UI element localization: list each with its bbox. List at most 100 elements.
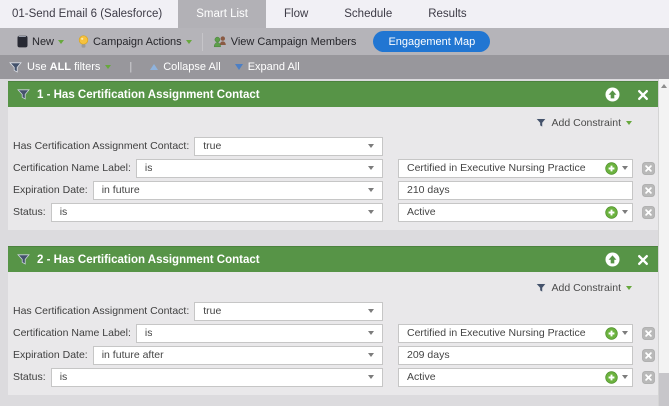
tab-smart-list[interactable]: Smart List [178,0,266,28]
use-all-filters-dropdown[interactable]: Use ALL filters [9,61,112,74]
chevron-down-icon [626,121,632,125]
operator-select[interactable]: in future [92,180,383,200]
filter-rows: Has Certification Assignment Contact: tr… [8,135,658,223]
funnel-icon [534,118,547,128]
tab-schedule[interactable]: Schedule [326,0,410,28]
collapse-icon [150,64,159,70]
toolbar: New Campaign Actions View Campaign Membe… [0,28,669,55]
operator-select[interactable]: is [50,367,383,387]
chevron-down-icon[interactable] [622,375,628,379]
new-button-label: New [32,35,55,48]
delete-slot [642,140,656,153]
engagement-map-button[interactable]: Engagement Map [373,31,491,52]
filter-row: Certification Name Label: is Certified i… [8,157,658,179]
value-text: Certified in Executive Nursing Practice [407,162,586,174]
operator-select[interactable]: in future after [92,345,383,365]
filter-row: Status: is Active [8,366,658,388]
funnel-icon [17,89,30,100]
add-value-icon[interactable] [605,326,618,340]
delete-row-icon[interactable] [642,183,655,197]
expand-all-button[interactable]: Expand All [234,61,300,73]
filter-row: Expiration Date: in future after 209 day… [8,344,658,366]
scrollbar-thumb[interactable] [659,373,669,406]
chevron-down-icon[interactable] [622,210,628,214]
delete-row-icon[interactable] [642,205,655,219]
tab-results[interactable]: Results [410,0,484,28]
value-input[interactable]: Certified in Executive Nursing Practice [398,323,633,343]
close-card-icon[interactable] [637,254,649,266]
value-slot [398,137,633,156]
chevron-down-icon [368,353,374,357]
add-constraint-row: Add Constraint [8,276,658,300]
add-value-icon[interactable] [605,205,618,219]
operator-select[interactable]: true [194,136,383,156]
delete-row-icon[interactable] [642,161,655,175]
delete-row-icon[interactable] [642,370,655,384]
collapse-card-button[interactable] [605,252,620,267]
filter-card-title: 2 - Has Certification Assignment Contact [37,253,260,266]
value-input[interactable]: Certified in Executive Nursing Practice [398,158,633,178]
funnel-icon [9,61,22,73]
campaign-title: 01-Send Email 6 (Salesforce) [12,8,163,20]
value-input[interactable]: 210 days [398,180,633,200]
scrollbar-up-button[interactable] [659,79,669,92]
chevron-down-icon[interactable] [622,331,628,335]
add-value-icon[interactable] [605,370,618,384]
filter-card-header[interactable]: 2 - Has Certification Assignment Contact [8,246,658,272]
add-constraint-button[interactable]: Add Constraint [552,282,621,294]
add-value-icon[interactable] [605,161,618,175]
collapse-all-label: Collapse All [163,61,221,73]
value-slot: 210 days [398,180,633,200]
add-constraint-button[interactable]: Add Constraint [552,117,621,129]
filter-card-header[interactable]: 1 - Has Certification Assignment Contact [8,81,658,107]
tab-flow[interactable]: Flow [266,0,326,28]
delete-row-icon[interactable] [642,348,655,362]
chevron-down-icon [368,309,374,313]
add-constraint-row: Add Constraint [8,111,658,135]
value-input[interactable]: Active [398,367,633,387]
operator-value: is [144,327,153,339]
scroll-up-icon [661,83,667,88]
chevron-down-icon [368,375,374,379]
delete-slot [642,348,656,362]
value-text: Certified in Executive Nursing Practice [407,327,586,339]
smart-list-canvas: 1 - Has Certification Assignment Contact… [0,79,669,406]
toolbar-divider [201,32,203,51]
value-text: Active [407,371,436,383]
value-slot: Active [398,367,633,387]
operator-select[interactable]: is [135,158,383,178]
operator-select[interactable]: is [50,202,383,222]
chevron-down-icon [58,39,65,44]
delete-slot [642,305,656,318]
filter-card-body: Add Constraint Has Certification Assignm… [8,107,658,230]
collapse-card-button[interactable] [605,87,620,102]
chevron-down-icon [105,65,112,69]
filter-row-label: Certification Name Label: [13,162,131,174]
filter-row-label: Expiration Date: [13,349,88,361]
filter-card: 1 - Has Certification Assignment Contact… [8,81,658,230]
value-input[interactable]: Active [398,202,633,222]
close-card-icon[interactable] [637,89,649,101]
value-slot: 209 days [398,345,633,365]
chevron-down-icon[interactable] [622,166,628,170]
collapse-all-button[interactable]: Collapse All [150,61,221,73]
vertical-scrollbar[interactable] [658,79,669,406]
view-campaign-members-button[interactable]: View Campaign Members [206,28,364,55]
funnel-icon [534,283,547,293]
value-text: 210 days [407,184,450,196]
expand-icon [234,64,243,70]
filter-row: Certification Name Label: is Certified i… [8,322,658,344]
operator-select[interactable]: is [135,323,383,343]
operator-value: is [59,371,68,383]
filter-bar: Use ALL filters | Collapse All Expand Al… [0,55,669,79]
value-slot [398,302,633,321]
people-icon [213,36,226,48]
operator-value: in future after [101,349,164,361]
delete-row-icon[interactable] [642,326,655,340]
filter-card: 2 - Has Certification Assignment Contact… [8,246,658,395]
campaign-actions-button[interactable]: Campaign Actions [71,28,199,55]
operator-value: true [203,140,222,152]
value-input[interactable]: 209 days [398,345,633,365]
operator-select[interactable]: true [194,301,383,321]
new-button[interactable]: New [10,28,71,55]
